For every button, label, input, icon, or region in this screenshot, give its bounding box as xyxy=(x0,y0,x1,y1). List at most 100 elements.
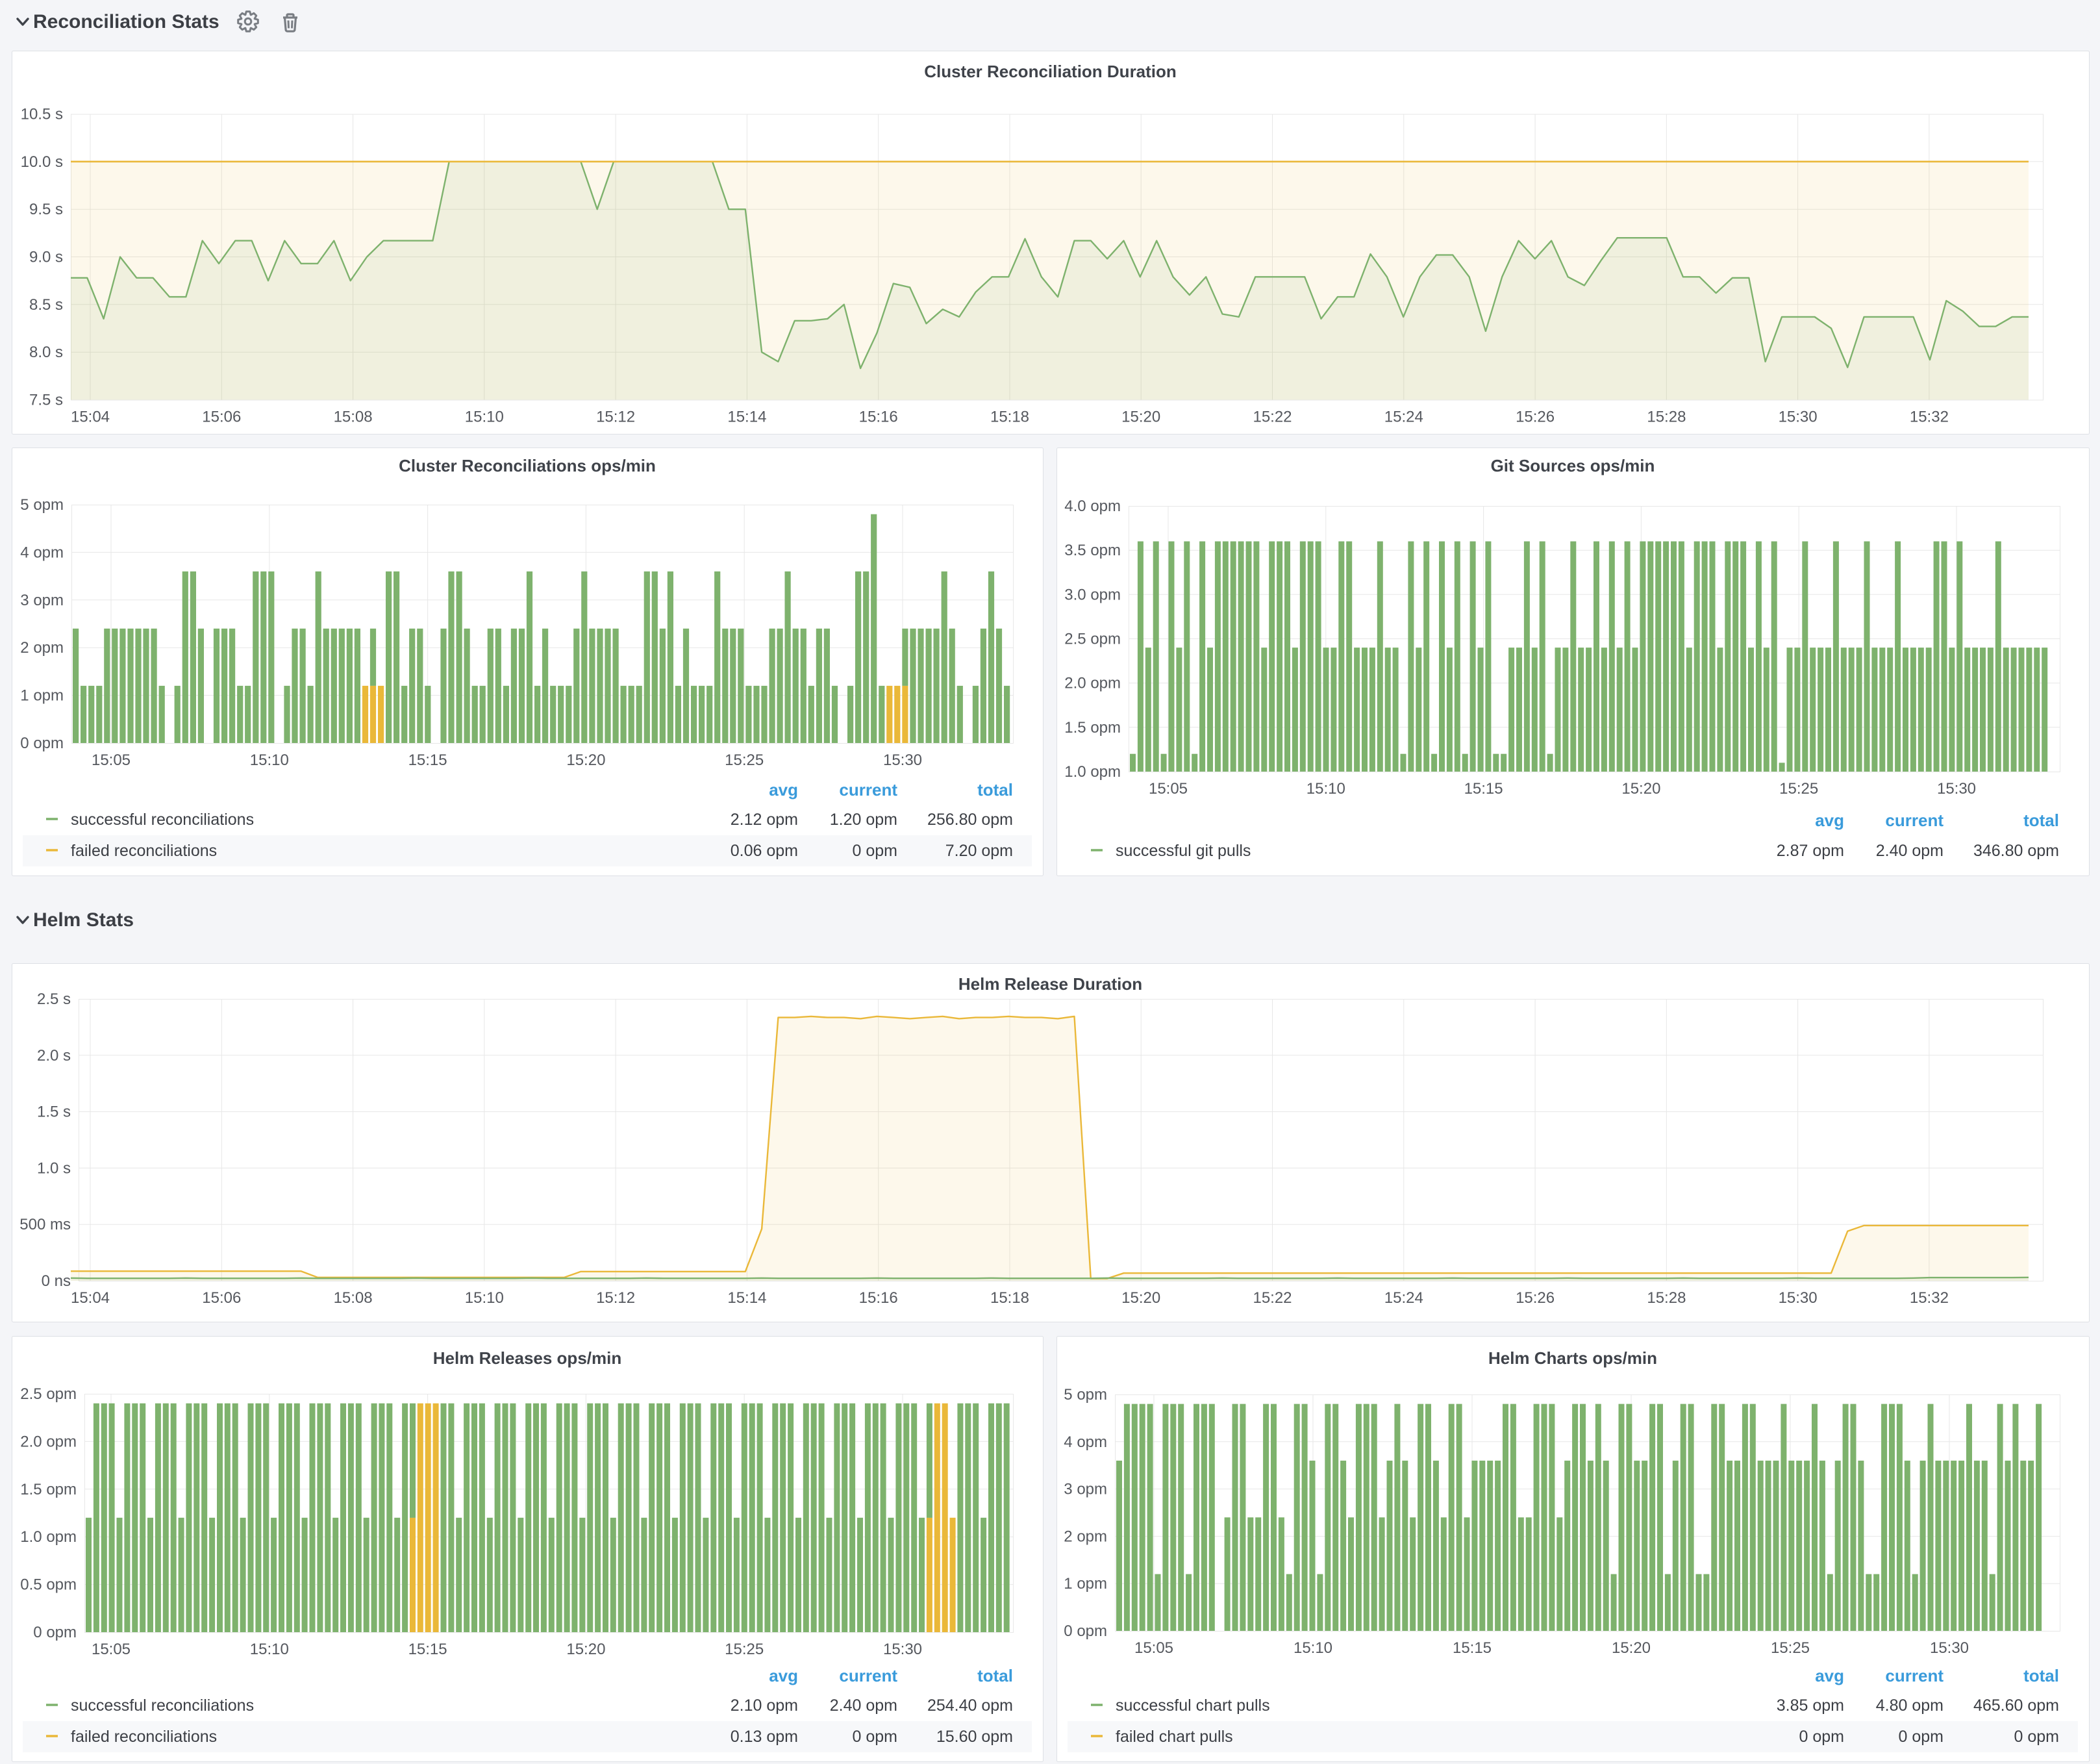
svg-text:failed reconciliations: failed reconciliations xyxy=(71,1728,217,1746)
svg-text:2.40 opm: 2.40 opm xyxy=(830,1696,897,1715)
svg-text:15:30: 15:30 xyxy=(1779,409,1818,426)
svg-text:Helm Charts ops/min: Helm Charts ops/min xyxy=(1488,1348,1657,1368)
svg-text:15:12: 15:12 xyxy=(596,1289,635,1307)
svg-text:avg: avg xyxy=(769,780,798,800)
svg-text:3.0 opm: 3.0 opm xyxy=(1064,586,1121,603)
svg-text:Git Sources ops/min: Git Sources ops/min xyxy=(1491,456,1655,475)
svg-text:15:18: 15:18 xyxy=(990,1289,1029,1307)
svg-text:4 opm: 4 opm xyxy=(20,544,64,561)
svg-text:current: current xyxy=(839,780,897,800)
svg-text:Cluster Reconciliations ops/mi: Cluster Reconciliations ops/min xyxy=(399,456,656,475)
svg-text:0 ns: 0 ns xyxy=(42,1272,71,1290)
svg-text:8.5 s: 8.5 s xyxy=(29,296,63,314)
svg-text:346.80 opm: 346.80 opm xyxy=(1973,842,2059,860)
svg-text:1.5 opm: 1.5 opm xyxy=(1064,719,1121,737)
svg-text:total: total xyxy=(2023,811,2059,830)
svg-text:15:06: 15:06 xyxy=(202,1289,241,1307)
svg-text:15:20: 15:20 xyxy=(1612,1639,1651,1657)
svg-text:15:26: 15:26 xyxy=(1516,1289,1555,1307)
svg-text:2 opm: 2 opm xyxy=(1064,1528,1107,1545)
svg-text:0.13 opm: 0.13 opm xyxy=(731,1728,798,1746)
svg-text:2.40 opm: 2.40 opm xyxy=(1876,842,1944,860)
svg-text:0.5 opm: 0.5 opm xyxy=(20,1576,77,1594)
svg-text:15:22: 15:22 xyxy=(1253,1289,1292,1307)
svg-text:15.60 opm: 15.60 opm xyxy=(936,1728,1013,1746)
svg-text:15:15: 15:15 xyxy=(408,751,447,769)
svg-text:15:08: 15:08 xyxy=(334,1289,373,1307)
svg-text:2.10 opm: 2.10 opm xyxy=(731,1696,798,1715)
svg-text:10.0 s: 10.0 s xyxy=(21,153,63,171)
svg-text:15:10: 15:10 xyxy=(465,1289,504,1307)
svg-text:0 opm: 0 opm xyxy=(853,1728,897,1746)
svg-text:15:05: 15:05 xyxy=(1149,780,1188,798)
svg-text:15:10: 15:10 xyxy=(465,409,504,426)
svg-text:0 opm: 0 opm xyxy=(1799,1728,1844,1746)
svg-text:15:32: 15:32 xyxy=(1910,1289,1949,1307)
svg-text:15:30: 15:30 xyxy=(883,1641,922,1658)
svg-text:15:20: 15:20 xyxy=(1121,1289,1160,1307)
svg-text:2 opm: 2 opm xyxy=(20,639,64,657)
svg-text:15:05: 15:05 xyxy=(92,1641,131,1658)
svg-text:15:30: 15:30 xyxy=(1930,1639,1969,1657)
svg-text:5 opm: 5 opm xyxy=(20,496,64,514)
svg-text:avg: avg xyxy=(769,1666,798,1685)
svg-text:avg: avg xyxy=(1815,1666,1844,1685)
svg-text:0 opm: 0 opm xyxy=(1899,1728,1944,1746)
svg-text:7.20 opm: 7.20 opm xyxy=(945,842,1013,860)
svg-text:total: total xyxy=(977,1666,1013,1685)
svg-text:15:22: 15:22 xyxy=(1253,409,1292,426)
svg-text:9.0 s: 9.0 s xyxy=(29,249,63,266)
svg-text:successful chart pulls: successful chart pulls xyxy=(1116,1696,1270,1715)
svg-text:failed chart pulls: failed chart pulls xyxy=(1116,1728,1233,1746)
svg-text:8.0 s: 8.0 s xyxy=(29,344,63,361)
svg-text:15:14: 15:14 xyxy=(727,409,766,426)
svg-text:0 opm: 0 opm xyxy=(1064,1622,1107,1640)
svg-text:15:28: 15:28 xyxy=(1647,1289,1686,1307)
svg-text:1.0 opm: 1.0 opm xyxy=(20,1528,77,1546)
svg-text:1 opm: 1 opm xyxy=(1064,1575,1107,1593)
svg-text:7.5 s: 7.5 s xyxy=(29,392,63,409)
svg-text:10.5 s: 10.5 s xyxy=(21,106,63,123)
svg-text:1.0 opm: 1.0 opm xyxy=(1064,763,1121,781)
svg-text:5 opm: 5 opm xyxy=(1064,1386,1107,1404)
svg-text:15:14: 15:14 xyxy=(727,1289,766,1307)
svg-text:Helm Stats: Helm Stats xyxy=(33,909,134,931)
svg-text:2.5 opm: 2.5 opm xyxy=(20,1385,77,1403)
svg-text:15:10: 15:10 xyxy=(1306,780,1345,798)
svg-text:0 opm: 0 opm xyxy=(20,735,64,752)
svg-text:3.85 opm: 3.85 opm xyxy=(1777,1696,1844,1715)
svg-text:15:15: 15:15 xyxy=(1453,1639,1492,1657)
svg-text:15:05: 15:05 xyxy=(92,751,131,769)
svg-text:15:20: 15:20 xyxy=(566,751,605,769)
svg-text:15:05: 15:05 xyxy=(1134,1639,1173,1657)
svg-text:15:10: 15:10 xyxy=(250,751,289,769)
svg-text:254.40 opm: 254.40 opm xyxy=(927,1696,1013,1715)
svg-text:15:30: 15:30 xyxy=(883,751,922,769)
svg-text:2.0 s: 2.0 s xyxy=(37,1047,71,1065)
svg-text:15:25: 15:25 xyxy=(1771,1639,1810,1657)
svg-text:2.87 opm: 2.87 opm xyxy=(1777,842,1844,860)
svg-text:15:30: 15:30 xyxy=(1937,780,1976,798)
svg-text:1.0 s: 1.0 s xyxy=(37,1159,71,1177)
svg-text:Helm Release Duration: Helm Release Duration xyxy=(958,974,1142,994)
svg-text:3.5 opm: 3.5 opm xyxy=(1064,542,1121,559)
svg-text:15:24: 15:24 xyxy=(1384,1289,1423,1307)
svg-text:4.80 opm: 4.80 opm xyxy=(1876,1696,1944,1715)
svg-text:1.20 opm: 1.20 opm xyxy=(830,811,897,829)
svg-text:successful git pulls: successful git pulls xyxy=(1116,842,1251,860)
svg-text:15:15: 15:15 xyxy=(408,1641,447,1658)
svg-text:15:26: 15:26 xyxy=(1516,409,1555,426)
svg-text:15:28: 15:28 xyxy=(1647,409,1686,426)
svg-text:15:16: 15:16 xyxy=(859,1289,898,1307)
svg-text:total: total xyxy=(977,780,1013,800)
svg-text:15:10: 15:10 xyxy=(1294,1639,1332,1657)
svg-text:successful reconciliations: successful reconciliations xyxy=(71,811,254,829)
svg-text:Cluster Reconciliation Duratio: Cluster Reconciliation Duration xyxy=(924,62,1177,81)
svg-text:2.12 opm: 2.12 opm xyxy=(731,811,798,829)
svg-text:0 opm: 0 opm xyxy=(33,1624,77,1641)
svg-text:15:20: 15:20 xyxy=(566,1641,605,1658)
svg-text:4.0 opm: 4.0 opm xyxy=(1064,498,1121,515)
svg-text:15:25: 15:25 xyxy=(1779,780,1818,798)
svg-text:2.0 opm: 2.0 opm xyxy=(1064,675,1121,692)
svg-text:1.5 s: 1.5 s xyxy=(37,1103,71,1121)
